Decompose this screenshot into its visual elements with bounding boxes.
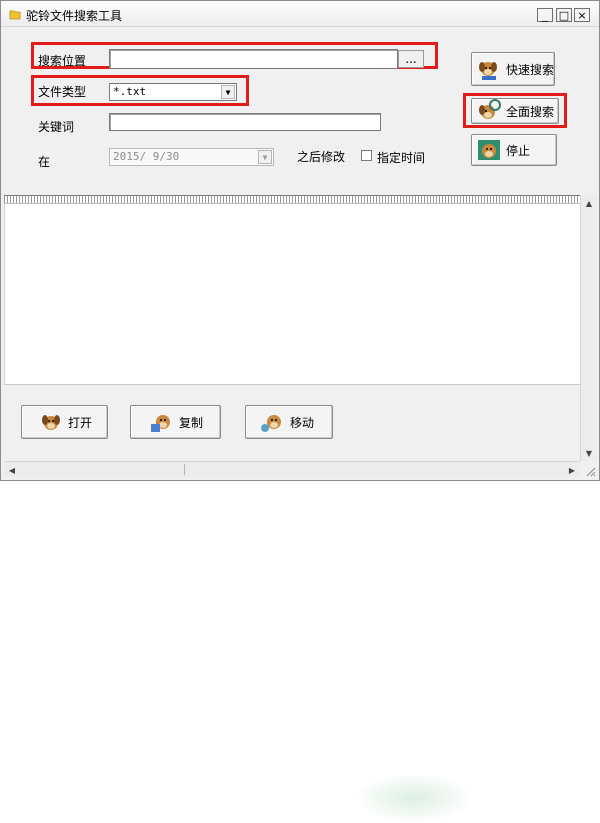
scroll-left-icon[interactable]: ◀ xyxy=(4,462,20,478)
scroll-right-icon[interactable]: ▶ xyxy=(564,462,580,478)
vertical-scrollbar[interactable]: ▲ ▼ xyxy=(580,195,597,461)
splitter-bar[interactable] xyxy=(4,195,580,204)
date-value: 2015/ 9/30 xyxy=(113,150,180,163)
chevron-down-icon[interactable]: ▼ xyxy=(258,150,272,164)
move-label: 移动 xyxy=(290,415,315,430)
dog-icon xyxy=(476,99,502,123)
bottom-toolbar: 打开 复制 移动 xyxy=(4,384,580,823)
full-search-label: 全面搜索 xyxy=(506,104,555,119)
date-picker[interactable]: 2015/ 9/30 ▼ xyxy=(109,148,274,166)
after-modified-label: 之后修改 xyxy=(297,150,346,164)
move-button[interactable]: 移动 xyxy=(245,405,333,439)
minimize-button[interactable]: _ xyxy=(537,8,553,22)
copy-label: 复制 xyxy=(179,415,204,430)
file-type-label: 文件类型 xyxy=(38,85,87,99)
dog-icon xyxy=(149,410,175,434)
app-window: 驼铃文件搜索工具 _ □ × 搜索位置 ... 文件类型 *.txt ▼ 关键词… xyxy=(0,0,600,823)
specify-time-checkbox[interactable] xyxy=(361,150,372,161)
full-search-button[interactable]: 全面搜索 xyxy=(471,98,559,124)
quick-search-label: 快速搜索 xyxy=(506,62,555,77)
window-title: 驼铃文件搜索工具 xyxy=(26,9,123,23)
chevron-down-icon[interactable]: ▼ xyxy=(221,85,235,99)
copy-button[interactable]: 复制 xyxy=(130,405,221,439)
dog-icon xyxy=(476,138,502,162)
quick-search-button[interactable]: 快速搜索 xyxy=(471,52,555,86)
open-label: 打开 xyxy=(68,415,93,430)
search-location-input[interactable] xyxy=(109,49,398,69)
dog-icon xyxy=(476,57,502,81)
status-divider xyxy=(184,464,185,475)
specify-time-label: 指定时间 xyxy=(377,151,426,165)
open-button[interactable]: 打开 xyxy=(21,405,108,439)
dog-icon xyxy=(260,410,286,434)
stop-label: 停止 xyxy=(506,143,531,158)
keyword-label: 关键词 xyxy=(38,120,75,134)
at-label: 在 xyxy=(38,155,51,169)
folder-icon xyxy=(9,8,21,20)
file-type-select[interactable]: *.txt ▼ xyxy=(109,83,237,101)
resize-grip-icon[interactable] xyxy=(584,465,596,477)
title-bar: 驼铃文件搜索工具 _ □ × xyxy=(1,1,599,27)
file-type-value: *.txt xyxy=(113,85,147,98)
browse-button[interactable]: ... xyxy=(398,50,424,68)
horizontal-scrollbar[interactable]: ◀ ▶ xyxy=(4,461,580,477)
watermark xyxy=(354,773,474,823)
maximize-button[interactable]: □ xyxy=(556,8,572,22)
keyword-input[interactable] xyxy=(109,113,381,131)
close-button[interactable]: × xyxy=(574,8,590,22)
stop-button[interactable]: 停止 xyxy=(471,134,557,166)
scroll-up-icon[interactable]: ▲ xyxy=(581,195,597,211)
dog-icon xyxy=(38,410,64,434)
scroll-down-icon[interactable]: ▼ xyxy=(581,445,597,461)
search-location-label: 搜索位置 xyxy=(38,54,87,68)
results-list[interactable] xyxy=(4,204,580,384)
